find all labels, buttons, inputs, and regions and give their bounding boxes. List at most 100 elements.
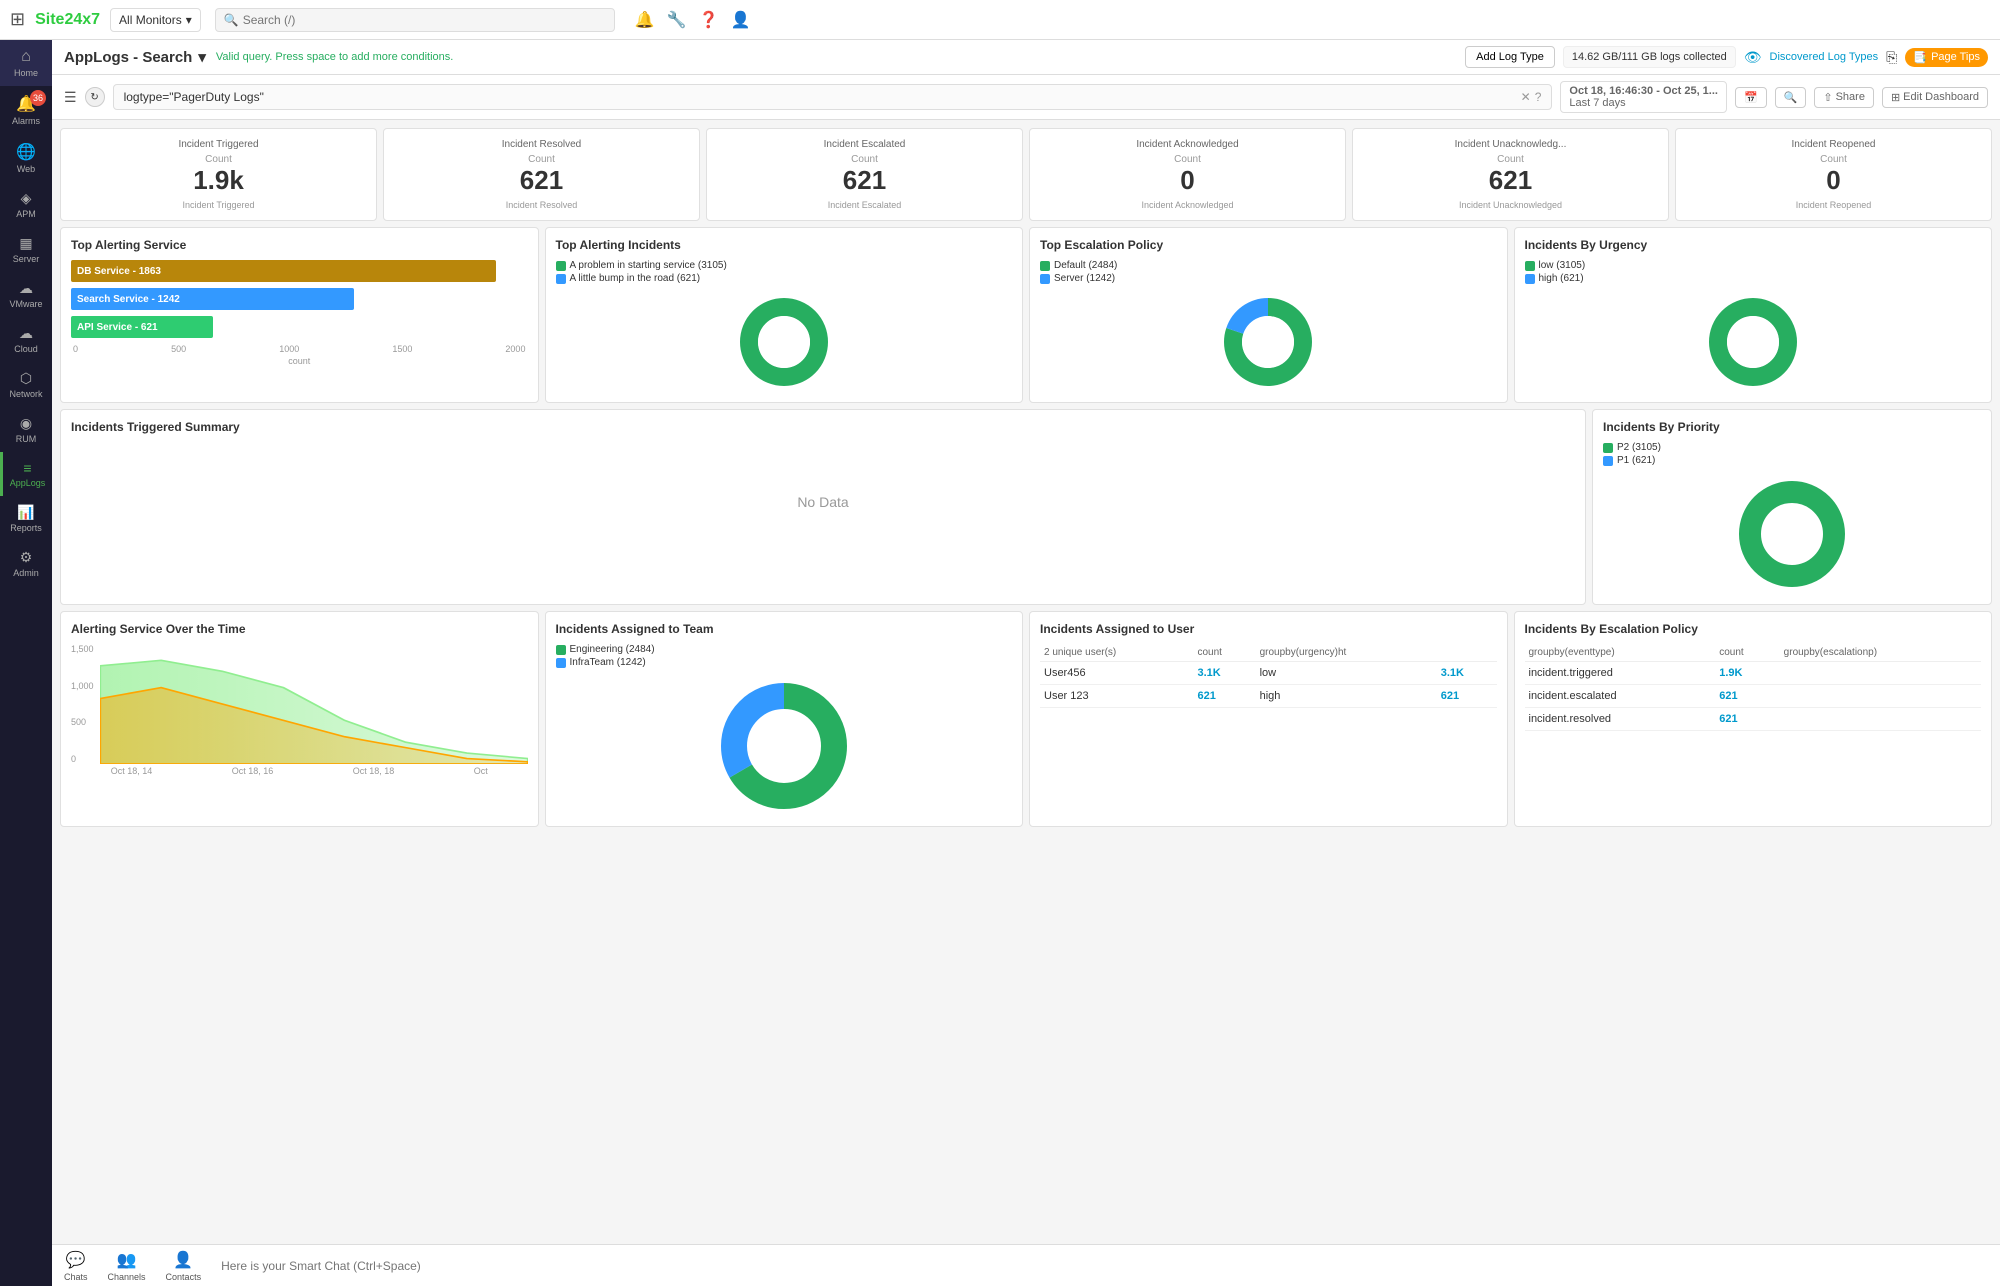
esc-policy-2 (1780, 708, 1981, 731)
sidebar-item-applogs[interactable]: ≡ AppLogs (0, 452, 52, 496)
search-icon: 🔍 (224, 13, 239, 27)
query-help-icon[interactable]: ? (1535, 90, 1542, 104)
legend-item-0: A problem in starting service (3105) (556, 260, 727, 271)
stat-value-4: 621 (1363, 165, 1658, 196)
x-label-time-2: Oct 18, 18 (353, 766, 395, 776)
discovered-log-types-link[interactable]: Discovered Log Types (1770, 51, 1879, 63)
sidebar-item-network[interactable]: ⬡ Network (0, 362, 52, 407)
user-avatar[interactable]: 👤 (731, 10, 751, 30)
x-label-2: 1000 (279, 344, 299, 354)
page-tips-button[interactable]: 📑 Page Tips (1905, 48, 1988, 67)
calendar-icon-button[interactable]: 📅 (1735, 87, 1767, 108)
bottom-item-channels[interactable]: 👥 Channels (108, 1250, 146, 1282)
bar-row-1: Search Service - 1242 (71, 288, 528, 310)
sidebar-item-rum[interactable]: ◉ RUM (0, 407, 52, 452)
global-search[interactable]: 🔍 (215, 8, 615, 32)
monitor-label: All Monitors (119, 13, 182, 27)
priority-legend: P2 (3105) P1 (621) (1603, 442, 1661, 468)
rum-icon: ◉ (20, 415, 32, 432)
title-chevron-icon[interactable]: ▾ (198, 48, 206, 66)
donut-svg-team (714, 676, 854, 816)
edit-dashboard-button[interactable]: ⊞ Edit Dashboard (1882, 87, 1988, 108)
monitor-select[interactable]: All Monitors ▾ (110, 8, 201, 32)
query-bar: ☰ ↻ logtype="PagerDuty Logs" ✕ ? Oct 18,… (52, 75, 2000, 120)
sidebar-item-home[interactable]: ⌂ Home (0, 40, 52, 86)
stat-sub-0: Incident Triggered (71, 200, 366, 210)
sidebar-item-alarms[interactable]: 36 🔔 Alarms (0, 86, 52, 134)
server-icon: ▦ (19, 235, 32, 252)
stat-title-5: Incident Reopened (1686, 139, 1981, 150)
add-log-type-button[interactable]: Add Log Type (1465, 46, 1555, 68)
search-input[interactable] (243, 13, 606, 27)
query-input-field[interactable]: logtype="PagerDuty Logs" ✕ ? (113, 84, 1553, 110)
stat-count-label-3: Count (1040, 154, 1335, 165)
refresh-icon[interactable]: ↻ (85, 87, 105, 107)
incidents-by-escalation-card: Incidents By Escalation Policy groupby(e… (1514, 611, 1993, 827)
stat-sub-2: Incident Escalated (717, 200, 1012, 210)
escalation-table: groupby(eventtype) count groupby(escalat… (1525, 644, 1982, 731)
table-row: incident.triggered 1.9K (1525, 662, 1982, 685)
sidebar-label-rum: RUM (16, 434, 37, 444)
stat-sub-1: Incident Resolved (394, 200, 689, 210)
grid-icon[interactable]: ⊞ (10, 9, 25, 30)
user-count-val-1: 621 (1437, 685, 1497, 708)
esc-type-0: incident.triggered (1525, 662, 1716, 685)
alerting-service-over-time-card: Alerting Service Over the Time 1,500 1,0… (60, 611, 539, 827)
legend-dot-urg-green (1525, 261, 1535, 271)
stat-count-label-0: Count (71, 154, 366, 165)
sidebar-item-apm[interactable]: ◈ APM (0, 182, 52, 227)
x-label-0: 0 (73, 344, 78, 354)
date-range-text: Oct 18, 16:46:30 - Oct 25, 1... (1569, 85, 1718, 97)
esc-col-header-2: groupby(escalationp) (1780, 644, 1981, 662)
alerting-service-over-time-title: Alerting Service Over the Time (71, 622, 528, 636)
sidebar-item-web[interactable]: 🌐 Web (0, 134, 52, 182)
top-alerting-service-title: Top Alerting Service (71, 238, 528, 252)
stat-title-2: Incident Escalated (717, 139, 1012, 150)
donut-svg-incidents (734, 292, 834, 392)
bar-label-0: DB Service - 1863 (77, 266, 161, 277)
stat-sub-4: Incident Unacknowledged (1363, 200, 1658, 210)
sidebar-item-server[interactable]: ▦ Server (0, 227, 52, 272)
bottom-item-chats[interactable]: 💬 Chats (64, 1250, 88, 1282)
legend-label-esc-0: Default (2484) (1054, 260, 1117, 271)
x-label-time-1: Oct 18, 16 (232, 766, 274, 776)
legend-item-esc-1: Server (1242) (1040, 273, 1117, 284)
incidents-assigned-team-card: Incidents Assigned to Team Engineering (… (545, 611, 1024, 827)
wrench-icon[interactable]: 🔧 (667, 10, 687, 30)
top-escalation-policy-chart: Top Escalation Policy Default (2484) Ser… (1029, 227, 1508, 403)
sidebar-item-reports[interactable]: 📊 Reports (0, 496, 52, 541)
no-data-text: No Data (71, 442, 1575, 562)
title-text: AppLogs - Search (64, 49, 192, 66)
log-collected-info: 14.62 GB/111 GB logs collected (1563, 46, 1736, 68)
contacts-icon: 👤 (173, 1250, 193, 1270)
legend-dot-urg-blue (1525, 274, 1535, 284)
user-col-header-1: count (1194, 644, 1256, 662)
list-icon: ☰ (64, 89, 77, 106)
page-title: AppLogs - Search ▾ (64, 48, 206, 66)
team-donut: Engineering (2484) InfraTeam (1242) (556, 644, 1013, 816)
grid-edit-icon: ⊞ (1891, 91, 1900, 104)
legend-dot-esc-blue (1040, 274, 1050, 284)
sub-header: AppLogs - Search ▾ Valid query. Press sp… (52, 40, 2000, 75)
sidebar-item-cloud[interactable]: ☁ Cloud (0, 317, 52, 362)
copy-icon[interactable]: ⎘ (1886, 49, 1897, 66)
bottom-bar: 💬 Chats 👥 Channels 👤 Contacts (52, 1244, 2000, 1286)
sidebar-item-vmware[interactable]: ☁ VMware (0, 272, 52, 317)
search-button[interactable]: 🔍 (1775, 87, 1807, 108)
donut-svg-priority (1732, 474, 1852, 594)
help-icon[interactable]: ❓ (699, 10, 719, 30)
smart-chat-input[interactable] (221, 1259, 1988, 1273)
top-alerting-incidents-chart: Top Alerting Incidents A problem in star… (545, 227, 1024, 403)
sidebar-label-network: Network (9, 389, 42, 399)
stat-count-label-4: Count (1363, 154, 1658, 165)
date-period-text: Last 7 days (1569, 97, 1718, 109)
query-clear-icon[interactable]: ✕ (1521, 90, 1531, 104)
sidebar-item-admin[interactable]: ⚙ Admin (0, 541, 52, 586)
area-chart-container: 1,500 1,000 500 0 (71, 644, 528, 764)
share-button[interactable]: ⇧ Share (1814, 87, 1874, 108)
bottom-item-contacts[interactable]: 👤 Contacts (166, 1250, 202, 1282)
notification-icon[interactable]: 🔔 (635, 10, 655, 30)
date-range-picker[interactable]: Oct 18, 16:46:30 - Oct 25, 1... Last 7 d… (1560, 81, 1727, 113)
table-row: incident.escalated 621 (1525, 685, 1982, 708)
content-area: AppLogs - Search ▾ Valid query. Press sp… (52, 40, 2000, 1286)
